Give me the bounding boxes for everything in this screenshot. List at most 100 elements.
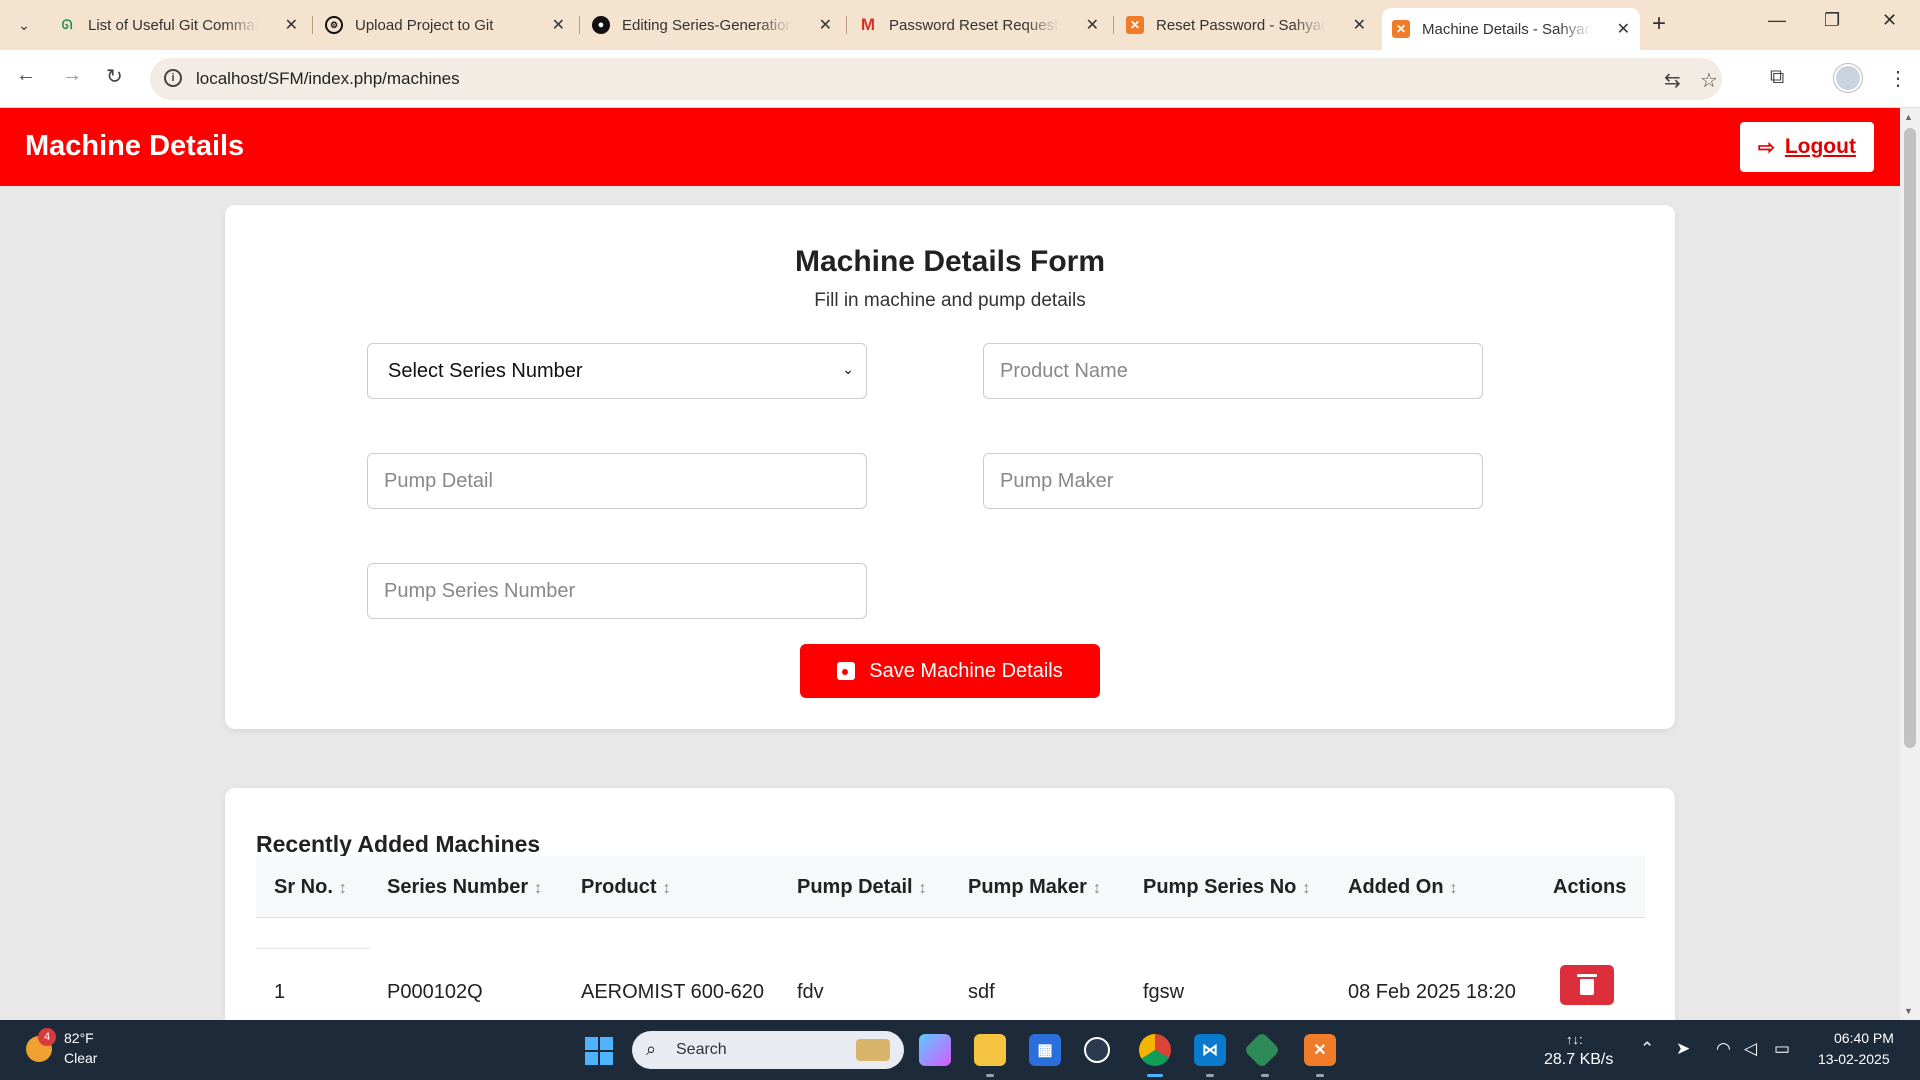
minimize-icon[interactable]: ― [1768, 10, 1786, 31]
delete-row-button[interactable] [1560, 965, 1614, 1005]
close-tab-icon[interactable]: ✕ [1353, 15, 1366, 35]
pump-detail-input[interactable]: Pump Detail [367, 453, 867, 509]
product-name-input[interactable]: Product Name [983, 343, 1483, 399]
close-window-icon[interactable]: ✕ [1882, 10, 1897, 31]
file-explorer-icon[interactable] [974, 1034, 1006, 1066]
page-scrollbar[interactable]: ▲ ▼ [1900, 108, 1920, 1020]
extensions-puzzle-icon[interactable]: ⧉ [1770, 66, 1784, 89]
weather-temp[interactable]: 82°F [64, 1030, 94, 1046]
cell-pump-maker: sdf [968, 981, 995, 1003]
location-arrow-icon[interactable]: ➤ [1676, 1039, 1690, 1059]
tray-chevron-up-icon[interactable]: ⌃ [1640, 1039, 1654, 1059]
vscode-icon[interactable]: ⋈ [1194, 1034, 1226, 1066]
tab-git-commands[interactable]: ᘏ List of Useful Git Commands ✕ [48, 8, 308, 42]
weather-desc[interactable]: Clear [64, 1050, 97, 1066]
close-tab-icon[interactable]: ✕ [552, 15, 565, 35]
running-indicator [986, 1074, 994, 1077]
running-indicator [1316, 1074, 1324, 1077]
restore-icon[interactable]: ❐ [1824, 10, 1840, 31]
close-tab-icon[interactable]: ✕ [285, 15, 298, 35]
series-number-select[interactable]: Select Series Number ⌄ [367, 343, 867, 399]
tab-divider [1113, 16, 1114, 34]
network-speed: 28.7 KB/s [1544, 1051, 1614, 1068]
recent-machines-card: Recently Added Machines Sr No. ↕ Series N… [225, 788, 1675, 1020]
rewind-app-icon[interactable] [1084, 1037, 1110, 1063]
running-indicator [1206, 1074, 1214, 1077]
search-label: Search [676, 1041, 727, 1058]
address-bar[interactable]: i localhost/SFM/index.php/machines ⇆ ☆ [150, 58, 1722, 100]
clock-time[interactable]: 06:40 PM [1834, 1030, 1894, 1046]
logout-label: Logout [1784, 135, 1856, 158]
page-viewport: Machine Details ⇨ Logout Machine Details… [0, 108, 1900, 1020]
tab-machine-details[interactable]: ✕ Machine Details - Sahyadri ✕ [1382, 8, 1640, 50]
pump-maker-input[interactable]: Pump Maker [983, 453, 1483, 509]
chrome-icon[interactable] [1139, 1034, 1171, 1066]
col-pump-maker[interactable]: Pump Maker ↕ [968, 876, 1101, 899]
taskbar-search[interactable]: ⌕ Search [632, 1031, 904, 1069]
col-series-number[interactable]: Series Number ↕ [387, 876, 542, 899]
sort-icon: ↕ [338, 880, 347, 897]
network-speed-arrows: ↑↓: [1566, 1032, 1583, 1047]
close-tab-icon[interactable]: ✕ [819, 15, 832, 35]
sort-icon: ↕ [534, 880, 543, 897]
logout-button[interactable]: ⇨ Logout [1740, 122, 1874, 172]
github-icon: ● [592, 16, 610, 34]
git-tool-icon[interactable] [1243, 1031, 1281, 1069]
clock-date[interactable]: 13-02-2025 [1818, 1051, 1890, 1067]
back-arrow-icon[interactable]: ← [16, 64, 36, 87]
close-tab-icon[interactable]: ✕ [1086, 15, 1099, 35]
col-sr-no[interactable]: Sr No. ↕ [274, 876, 347, 899]
volume-icon[interactable]: ◁ [1744, 1039, 1757, 1059]
tab-divider [579, 16, 580, 34]
site-info-icon[interactable]: i [164, 69, 182, 87]
openai-icon: ⚙ [325, 16, 343, 34]
col-pump-series-no[interactable]: Pump Series No ↕ [1143, 876, 1310, 899]
bookmark-star-icon[interactable]: ☆ [1700, 68, 1718, 93]
browser-tab-bar: ⌄ ᘏ List of Useful Git Commands ✕ ⚙ Uplo… [0, 0, 1920, 50]
tab-upload-project[interactable]: ⚙ Upload Project to Git ✕ [315, 8, 575, 42]
tab-gmail-password-reset[interactable]: M Password Reset Request - ✕ [849, 8, 1109, 42]
sort-icon: ↕ [1092, 880, 1101, 897]
profile-avatar[interactable] [1834, 64, 1862, 92]
windows-start-icon[interactable] [585, 1037, 613, 1065]
sort-icon: ↕ [1302, 880, 1311, 897]
col-product[interactable]: Product ↕ [581, 876, 671, 899]
reload-icon[interactable]: ↻ [106, 64, 123, 89]
trash-icon [1577, 974, 1597, 995]
forward-arrow-icon[interactable]: → [62, 64, 82, 87]
scroll-up-arrow-icon[interactable]: ▲ [1904, 112, 1913, 122]
save-machine-button[interactable]: Save Machine Details [800, 644, 1100, 698]
running-indicator [1147, 1074, 1163, 1077]
battery-icon[interactable]: ▭ [1774, 1039, 1790, 1059]
col-pump-detail[interactable]: Pump Detail ↕ [797, 876, 927, 899]
windows-taskbar: 4 82°F Clear ⌕ Search ▦ ⋈ ✕ ↑↓: 28.7 KB/… [0, 1020, 1920, 1080]
cell-series-number: P000102Q [387, 981, 483, 1003]
header-title: Machine Details [25, 130, 245, 162]
tab-divider [846, 16, 847, 34]
app-header: Machine Details ⇨ Logout [0, 108, 1900, 186]
new-tab-button[interactable]: + [1652, 10, 1666, 38]
copilot-icon[interactable] [919, 1034, 951, 1066]
cell-sr-no: 1 [274, 981, 286, 1003]
xampp-taskbar-icon[interactable]: ✕ [1304, 1034, 1336, 1066]
col-added-on[interactable]: Added On ↕ [1348, 876, 1458, 899]
url-text[interactable]: localhost/SFM/index.php/machines [196, 69, 460, 89]
geeksforgeeks-icon: ᘏ [61, 17, 73, 32]
translate-icon[interactable]: ⇆ [1664, 68, 1681, 93]
scroll-thumb[interactable] [1904, 128, 1916, 748]
wifi-icon[interactable]: ◠ [1716, 1039, 1731, 1059]
sort-icon: ↕ [1449, 880, 1458, 897]
tab-github-editing[interactable]: ● Editing Series-Generation- ✕ [582, 8, 842, 42]
microsoft-store-icon[interactable]: ▦ [1029, 1034, 1061, 1066]
cell-product: AEROMIST 600-620 [581, 981, 765, 1003]
tab-search-chevron-icon[interactable]: ⌄ [10, 12, 38, 38]
browser-menu-icon[interactable]: ⋮ [1888, 66, 1908, 91]
tab-reset-password[interactable]: ✕ Reset Password - Sahyadri ✕ [1116, 8, 1376, 42]
pump-series-number-input[interactable]: Pump Series Number [367, 563, 867, 619]
series-select-value: Select Series Number [388, 359, 583, 382]
scroll-down-arrow-icon[interactable]: ▼ [1904, 1006, 1913, 1016]
table-title: Recently Added Machines [256, 831, 541, 857]
sign-out-icon: ⇨ [1758, 136, 1775, 159]
close-tab-icon[interactable]: ✕ [1617, 19, 1630, 39]
gmail-icon: M [860, 15, 876, 34]
